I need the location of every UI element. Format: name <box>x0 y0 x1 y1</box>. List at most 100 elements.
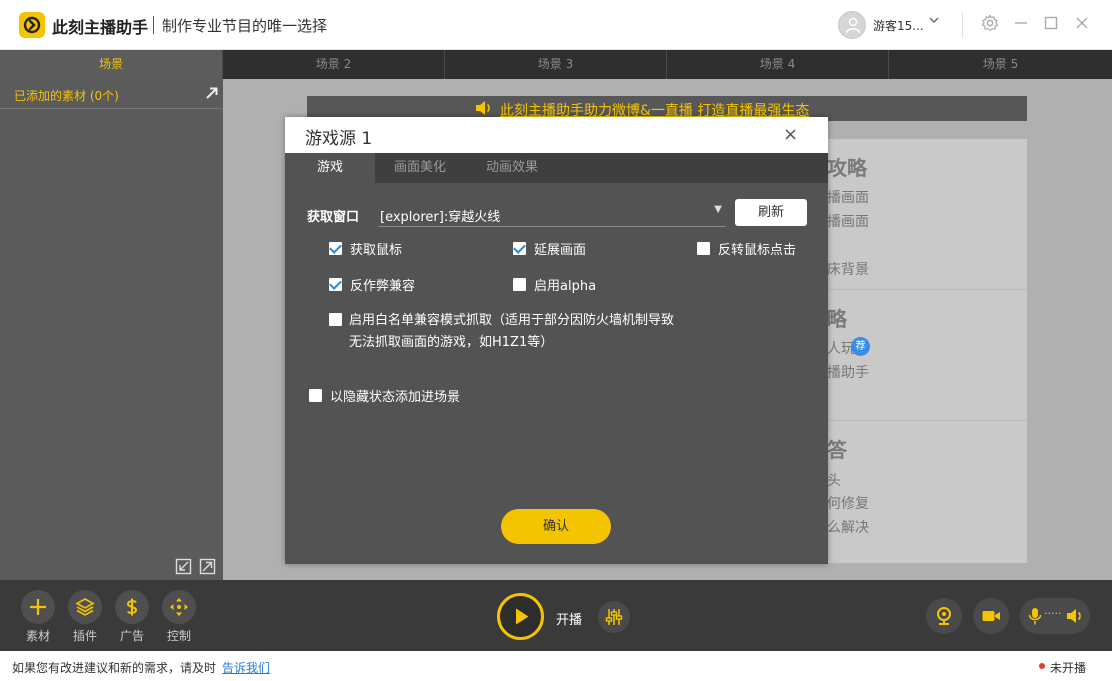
webcam-icon[interactable] <box>926 598 962 634</box>
live-status: 未开播 <box>1050 661 1087 675</box>
tab-animation[interactable]: 动画效果 <box>465 153 559 183</box>
checkbox-unchecked[interactable] <box>329 313 342 326</box>
invert-click-checkbox[interactable]: 反转鼠标点击 <box>697 239 796 258</box>
scene-tabs: 场景 场景 2 场景 3 场景 4 场景 5 <box>0 50 1112 79</box>
dollar-icon[interactable] <box>115 590 149 624</box>
promo-item[interactable]: 何修复 <box>827 493 869 513</box>
refresh-button[interactable]: 刷新 <box>735 199 807 226</box>
tool-label: 插件 <box>72 629 97 643</box>
promo-item[interactable]: 播画面 <box>827 211 869 231</box>
promo-divider <box>827 289 1027 290</box>
checkbox-unchecked[interactable] <box>309 389 322 402</box>
tab-beautify[interactable]: 画面美化 <box>375 153 465 183</box>
checkbox-checked[interactable] <box>329 278 342 291</box>
capture-window-label: 获取窗口 <box>307 210 360 225</box>
feedback-link[interactable]: 告诉我们 <box>222 661 270 675</box>
close-icon[interactable] <box>1073 14 1093 34</box>
anti-cheat-checkbox[interactable]: 反作弊兼容 <box>329 275 415 294</box>
dialog-tabs: 游戏 画面美化 动画效果 <box>285 153 828 183</box>
checkbox-label: 启用白名单兼容模式抓取（适用于部分因防火墙机制导致 无法抓取画面的游戏，如H1Z… <box>349 310 729 354</box>
tab-game[interactable]: 游戏 <box>285 153 375 183</box>
promo-heading-2: 略 <box>827 307 847 331</box>
app-name: 此刻主播助手 <box>52 18 149 37</box>
title-divider <box>153 16 154 34</box>
start-live-button[interactable] <box>497 593 544 640</box>
maximize-icon[interactable] <box>1042 14 1062 34</box>
promo-item[interactable]: 床背景 <box>827 259 869 279</box>
material-count-label: 已添加的素材 (0个) <box>14 89 119 103</box>
material-tool[interactable]: 素材 <box>21 590 55 643</box>
tool-label: 素材 <box>25 629 50 643</box>
status-bar: 如果您有改进建议和新的需求，请及时 告诉我们 未开播 <box>0 651 1112 681</box>
checkbox-checked[interactable] <box>513 242 526 255</box>
expand-arrow-icon[interactable] <box>204 85 220 105</box>
control-tool[interactable]: 控制 <box>162 590 196 643</box>
feedback-text: 如果您有改进建议和新的需求，请及时 <box>12 661 217 675</box>
plus-icon[interactable] <box>21 590 55 624</box>
dialog-close-icon[interactable]: × <box>783 124 798 145</box>
checkbox-checked[interactable] <box>329 242 342 255</box>
checkbox-label: 反作弊兼容 <box>350 279 416 294</box>
audio-level-dots: ····· <box>1044 607 1062 620</box>
checkbox-label: 启用alpha <box>534 279 597 294</box>
dialog-title: 游戏源 1 <box>305 129 373 149</box>
promo-item[interactable]: 播画面 <box>827 187 869 207</box>
enable-alpha-checkbox[interactable]: 启用alpha <box>513 275 596 294</box>
video-camera-icon[interactable] <box>973 598 1009 634</box>
recommend-badge: 荐 <box>851 337 870 356</box>
checkbox-label: 以隐藏状态添加进场景 <box>330 390 461 405</box>
game-source-dialog: 游戏源 1 × 游戏 画面美化 动画效果 获取窗口 [explorer]:穿越火… <box>285 117 828 564</box>
hidden-add-checkbox[interactable]: 以隐藏状态添加进场景 <box>309 386 460 405</box>
promo-divider <box>827 420 1027 421</box>
confirm-button[interactable]: 确认 <box>501 509 611 544</box>
app-slogan: 制作专业节目的唯一选择 <box>162 17 328 35</box>
user-name[interactable]: 游客15... <box>873 17 924 34</box>
gear-icon[interactable] <box>981 14 1001 34</box>
checkbox-unchecked[interactable] <box>697 242 710 255</box>
microphone-icon[interactable] <box>1028 606 1042 630</box>
whitelist-line-2: 无法抓取画面的游戏，如H1Z1等） <box>349 335 554 350</box>
capture-mouse-checkbox[interactable]: 获取鼠标 <box>329 239 402 258</box>
promo-heading-3: 答 <box>827 438 847 462</box>
speaker-volume-icon[interactable] <box>1066 606 1084 630</box>
titlebar-separator <box>962 12 963 38</box>
start-live-label[interactable]: 开播 <box>556 609 582 628</box>
whitelist-line-1: 启用白名单兼容模式抓取（适用于部分因防火墙机制导致 <box>349 313 675 328</box>
title-bar: 此刻主播助手 制作专业节目的唯一选择 游客15... <box>0 0 1112 50</box>
tool-label: 控制 <box>166 629 191 643</box>
tool-label: 广告 <box>119 629 144 643</box>
ad-tool[interactable]: 广告 <box>115 590 149 643</box>
checkbox-label: 获取鼠标 <box>350 243 403 258</box>
tab-scene-1[interactable]: 场景 <box>0 50 223 79</box>
checkbox-unchecked[interactable] <box>513 278 526 291</box>
move-icon[interactable] <box>162 590 196 624</box>
tab-scene-4[interactable]: 场景 4 <box>667 50 889 79</box>
dropdown-arrow-icon[interactable]: ▼ <box>714 204 722 215</box>
capture-window-select[interactable]: [explorer]:穿越火线 ▼ <box>378 201 726 227</box>
extend-screen-checkbox[interactable]: 延展画面 <box>513 239 586 258</box>
promo-item[interactable]: 播助手 <box>827 362 869 382</box>
mixer-icon[interactable] <box>598 601 630 633</box>
plugin-tool[interactable]: 插件 <box>68 590 102 643</box>
checkbox-label: 反转鼠标点击 <box>718 243 797 258</box>
tab-scene-2[interactable]: 场景 2 <box>223 50 445 79</box>
user-avatar[interactable] <box>838 11 866 39</box>
audio-controls[interactable]: ····· <box>1020 598 1090 634</box>
promo-heading-1: 攻略 <box>827 156 867 180</box>
dialog-title-bar: 游戏源 1 × <box>285 117 828 153</box>
material-panel: 已添加的素材 (0个) <box>0 79 223 580</box>
export-icon[interactable] <box>199 558 216 579</box>
app-logo-icon <box>19 12 45 38</box>
live-status-dot <box>1039 663 1045 669</box>
bottom-toolbar: 素材 插件 广告 控制 开播 ····· <box>0 580 1112 651</box>
tab-scene-3[interactable]: 场景 3 <box>445 50 667 79</box>
promo-item[interactable]: 么解决 <box>827 517 869 537</box>
tab-scene-5[interactable]: 场景 5 <box>889 50 1112 79</box>
material-panel-header: 已添加的素材 (0个) <box>0 79 223 109</box>
layers-icon[interactable] <box>68 590 102 624</box>
chevron-down-icon[interactable] <box>929 15 939 28</box>
promo-item[interactable]: 头 <box>827 470 841 490</box>
feedback-prompt: 如果您有改进建议和新的需求，请及时 告诉我们 <box>12 659 270 676</box>
minimize-icon[interactable] <box>1012 14 1032 34</box>
import-icon[interactable] <box>175 558 192 579</box>
